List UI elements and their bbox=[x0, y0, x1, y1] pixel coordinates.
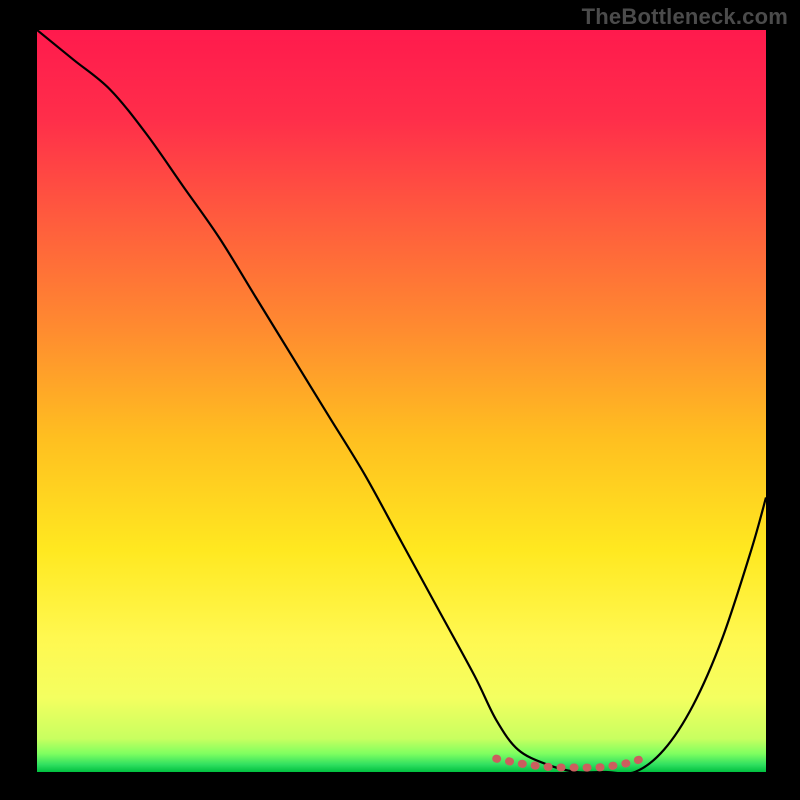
gradient-background bbox=[37, 30, 766, 772]
bottleneck-chart bbox=[0, 0, 800, 800]
chart-frame: { "watermark": "TheBottleneck.com", "col… bbox=[0, 0, 800, 800]
